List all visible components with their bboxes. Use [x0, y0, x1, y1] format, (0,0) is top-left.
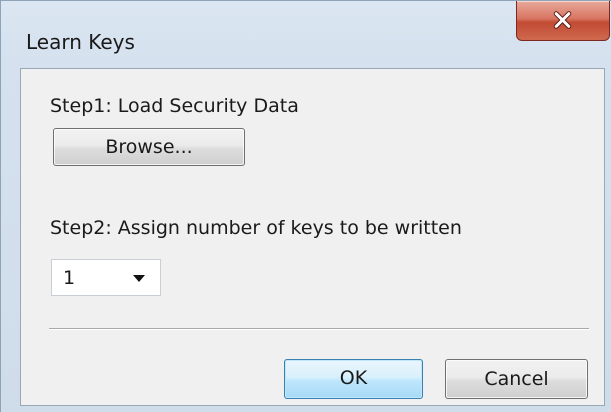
- selected-key-count: 1: [63, 267, 76, 289]
- browse-button[interactable]: Browse...: [53, 128, 245, 166]
- close-button[interactable]: [516, 1, 610, 41]
- step2-label: Step2: Assign number of keys to be writt…: [50, 217, 462, 239]
- ok-button[interactable]: OK: [284, 359, 423, 399]
- learn-keys-window: Learn Keys Step1: Load Security Data Bro…: [0, 0, 611, 412]
- step1-label: Step1: Load Security Data: [50, 95, 299, 117]
- chevron-down-icon: [133, 275, 145, 282]
- key-count-select[interactable]: 1: [51, 259, 161, 296]
- title-bar[interactable]: Learn Keys: [1, 1, 611, 65]
- window-title: Learn Keys: [26, 30, 135, 54]
- cancel-button[interactable]: Cancel: [445, 359, 588, 399]
- dialog-body: Step1: Load Security Data Browse... Step…: [20, 68, 605, 406]
- divider: [49, 328, 589, 330]
- close-icon: [553, 11, 572, 29]
